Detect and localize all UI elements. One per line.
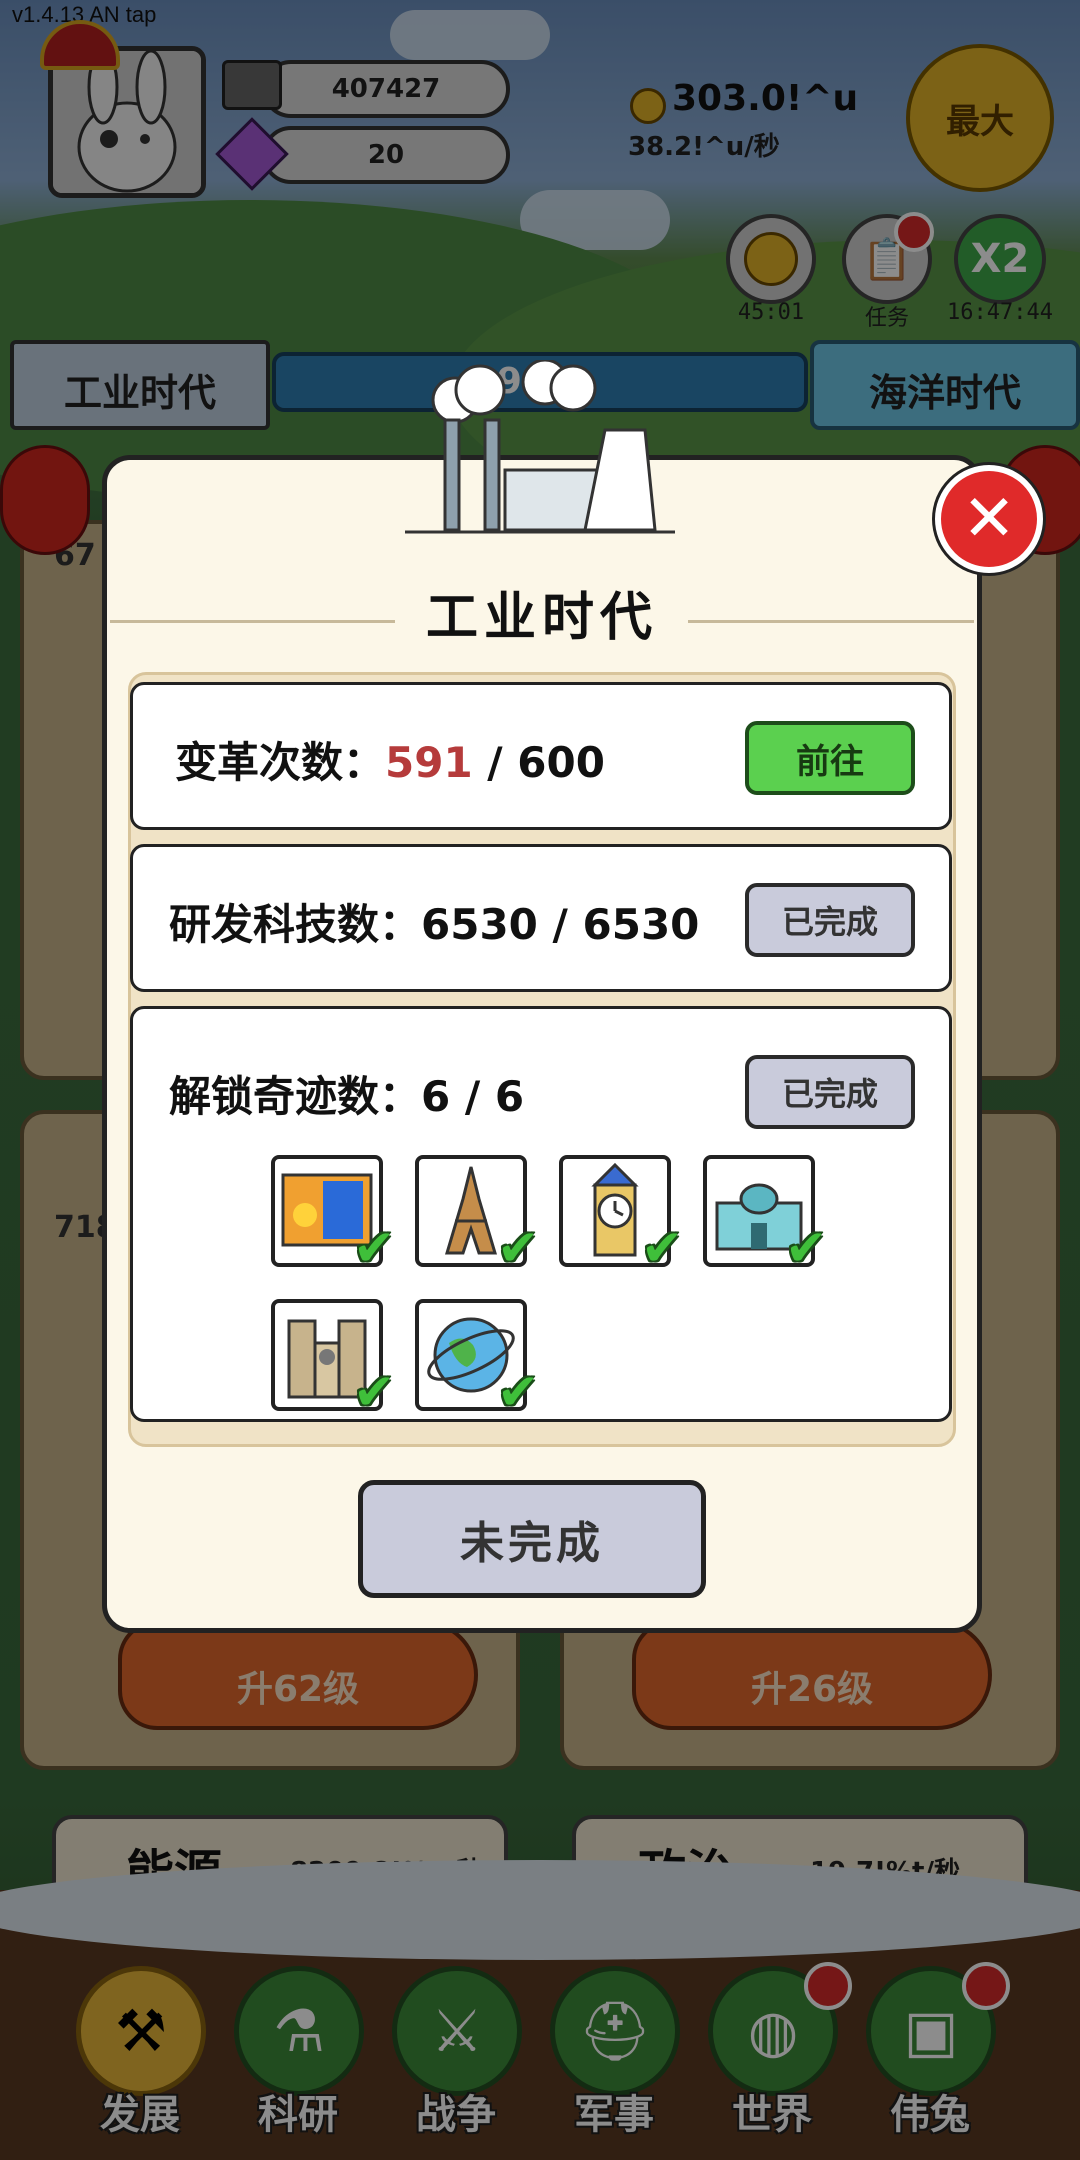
- close-button[interactable]: ✕: [935, 465, 1043, 573]
- requirement-label: 变革次数：591 / 600: [175, 729, 605, 790]
- check-icon: ✔: [353, 1219, 395, 1277]
- dialog-title: 工业时代: [425, 588, 658, 648]
- check-icon: ✔: [785, 1219, 827, 1277]
- wonder-globe[interactable]: ✔: [415, 1299, 539, 1421]
- factory-icon: [405, 358, 675, 535]
- completed-button[interactable]: 已完成: [745, 1055, 915, 1129]
- completed-button[interactable]: 已完成: [745, 883, 915, 957]
- check-icon: ✔: [641, 1219, 683, 1277]
- close-icon: ✕: [962, 482, 1016, 556]
- wonder-billboard[interactable]: ✔: [271, 1155, 395, 1277]
- check-icon: ✔: [497, 1363, 539, 1421]
- wonder-notre-dame[interactable]: ✔: [271, 1299, 395, 1421]
- incomplete-button[interactable]: 未完成: [358, 1480, 706, 1598]
- requirement-title: 变革次数：: [175, 738, 386, 787]
- wonder-palace[interactable]: ✔: [703, 1155, 827, 1277]
- requirement-title: 解锁奇迹数：: [169, 1072, 422, 1121]
- check-icon: ✔: [497, 1219, 539, 1277]
- requirement-value: 6530 / 6530: [421, 900, 700, 949]
- wonder-big-ben[interactable]: ✔: [559, 1155, 683, 1277]
- go-button[interactable]: 前往: [745, 721, 915, 795]
- requirement-technologies: 研发科技数：6530 / 6530 已完成: [130, 844, 952, 992]
- requirement-wonders: 解锁奇迹数：6 / 6 已完成 ✔ ✔ ✔ ✔ ✔ ✔: [130, 1006, 952, 1422]
- requirement-total: / 600: [472, 738, 605, 787]
- requirement-title: 研发科技数：: [169, 900, 422, 949]
- requirement-label: 研发科技数：6530 / 6530: [169, 891, 699, 952]
- wonder-eiffel-tower[interactable]: ✔: [415, 1155, 539, 1277]
- requirement-label: 解锁奇迹数：6 / 6: [169, 1063, 524, 1124]
- requirement-value: 6 / 6: [421, 1072, 525, 1121]
- requirement-reforms: 变革次数：591 / 600 前往: [130, 682, 952, 830]
- requirement-current: 591: [385, 738, 473, 787]
- check-icon: ✔: [353, 1363, 395, 1421]
